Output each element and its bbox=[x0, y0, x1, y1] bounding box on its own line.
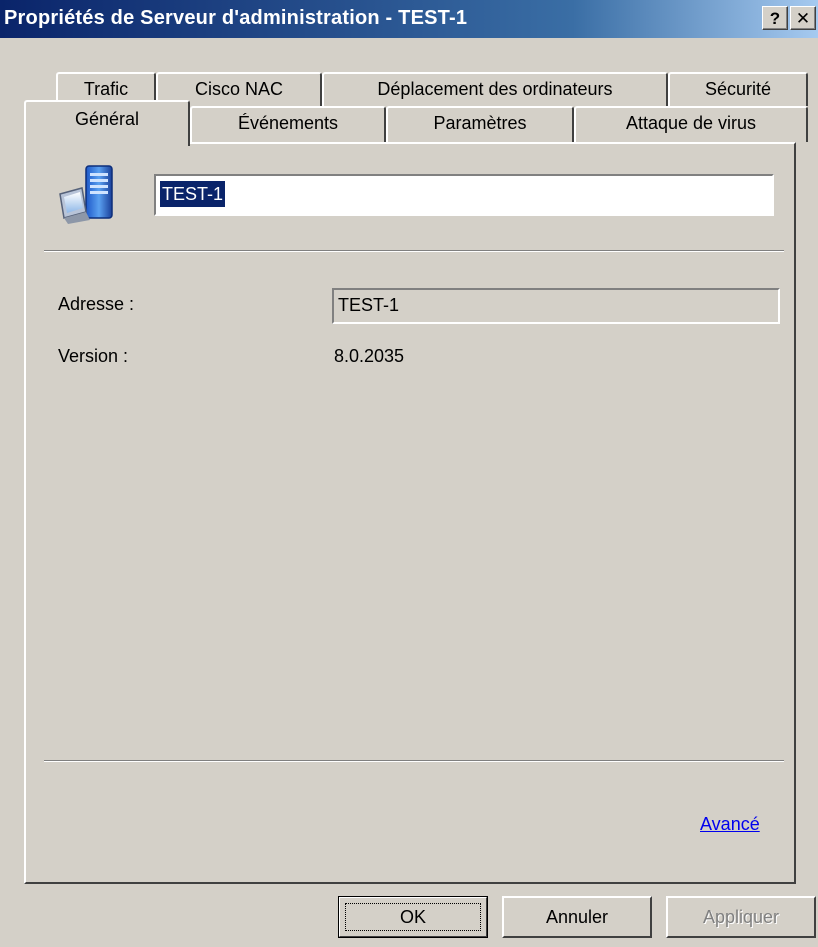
advanced-link[interactable]: Avancé bbox=[700, 814, 760, 835]
separator-bottom bbox=[44, 760, 784, 762]
cancel-button-label: Annuler bbox=[545, 907, 609, 927]
general-tab-panel: TEST-1 Adresse : TEST-1 Version : 8.0.20… bbox=[24, 142, 796, 884]
server-name-input[interactable]: TEST-1 bbox=[154, 174, 774, 216]
tab-general[interactable]: Général bbox=[24, 100, 190, 146]
apply-button-label: Appliquer bbox=[702, 907, 780, 927]
help-button[interactable]: ? bbox=[762, 6, 788, 30]
separator-top bbox=[44, 250, 784, 252]
tab-attaque-de-virus[interactable]: Attaque de virus bbox=[574, 106, 808, 142]
address-label: Adresse : bbox=[58, 294, 135, 314]
tab-deplacement-ordinateurs[interactable]: Déplacement des ordinateurs bbox=[322, 72, 668, 106]
address-field[interactable]: TEST-1 bbox=[332, 288, 780, 324]
tab-securite[interactable]: Sécurité bbox=[668, 72, 808, 106]
server-computer-icon bbox=[59, 165, 113, 224]
version-value: 8.0.2035 bbox=[334, 346, 405, 366]
cancel-button[interactable]: Annuler bbox=[502, 896, 652, 938]
ok-button[interactable]: OK bbox=[338, 896, 488, 938]
server-name-selected-text: TEST-1 bbox=[160, 181, 226, 207]
title-bar[interactable]: Propriétés de Serveur d'administration -… bbox=[0, 0, 818, 38]
close-button[interactable]: ✕ bbox=[790, 6, 816, 30]
version-label: Version : bbox=[58, 346, 129, 366]
tab-evenements[interactable]: Événements bbox=[190, 106, 386, 142]
focus-rectangle bbox=[345, 903, 481, 931]
tab-parametres[interactable]: Paramètres bbox=[386, 106, 574, 142]
window-title: Propriétés de Serveur d'administration -… bbox=[4, 7, 468, 29]
apply-button: Appliquer bbox=[666, 896, 816, 938]
